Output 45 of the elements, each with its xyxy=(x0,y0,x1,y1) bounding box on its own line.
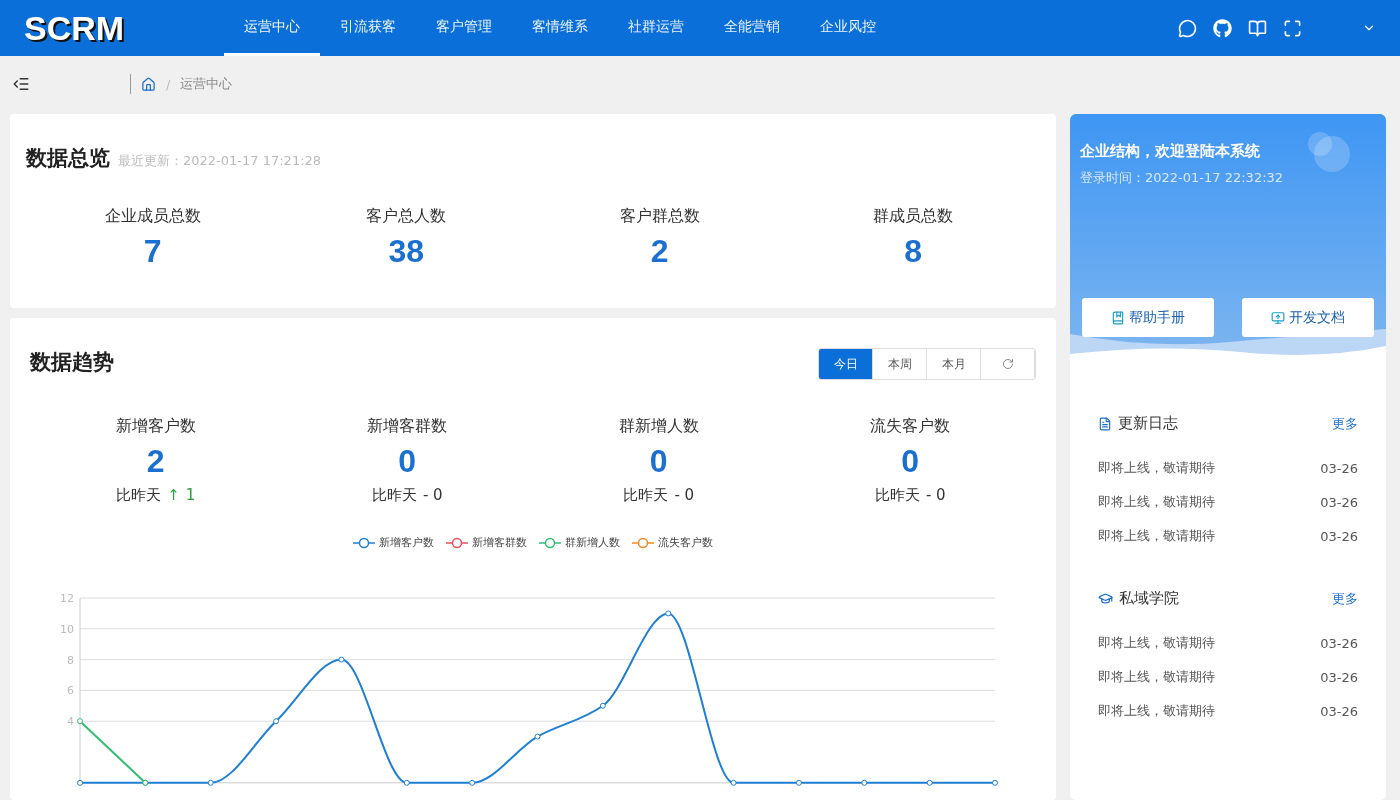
compare-label: 比昨天 xyxy=(874,486,920,505)
axis-label: 4 xyxy=(67,715,74,729)
axis-label: 12 xyxy=(60,592,74,605)
stat-label: 新增客群数 xyxy=(367,416,448,437)
panel-title: 更新日志 xyxy=(1118,414,1178,433)
stat-value: 8 xyxy=(904,233,923,270)
news-date: 03-26 xyxy=(1320,494,1358,510)
update-time: 最近更新：2022-01-17 17:21:28 xyxy=(118,152,322,170)
stat-label: 群成员总数 xyxy=(873,206,954,227)
compare-value: - 0 xyxy=(422,486,443,505)
news-date: 03-26 xyxy=(1320,669,1358,685)
compare-value: - 0 xyxy=(925,486,946,505)
axis-label: 6 xyxy=(67,684,74,698)
news-date: 03-26 xyxy=(1320,635,1358,651)
compare-label: 比昨天 xyxy=(623,486,669,505)
stat-label: 新增客户数 xyxy=(115,416,196,437)
stat-value: 2 xyxy=(146,443,165,480)
stat-label: 群新增人数 xyxy=(618,416,699,437)
stat-value: 0 xyxy=(398,443,417,480)
login-time: 登录时间：2022-01-17 22:32:32 xyxy=(1080,169,1285,187)
stat-value: 7 xyxy=(143,233,162,270)
stat-label: 客户群总数 xyxy=(619,206,700,227)
compare-label: 比昨天 xyxy=(116,486,162,505)
stat-value: 0 xyxy=(649,443,668,480)
stat-label: 客户总人数 xyxy=(366,206,447,227)
stat-label: 流失客户数 xyxy=(870,416,951,437)
compare-label: 比昨天 xyxy=(371,486,417,505)
stat-value: 0 xyxy=(901,443,920,480)
news-date: 03-26 xyxy=(1320,703,1358,719)
breadcrumb-item: 运营中心 xyxy=(180,75,233,93)
compare-value: - 0 xyxy=(674,486,695,505)
panel-title: 私域学院 xyxy=(1119,589,1179,608)
axis-label: 10 xyxy=(60,622,74,636)
axis-label: 8 xyxy=(67,653,74,667)
news-date: 03-26 xyxy=(1320,528,1358,544)
section-title: 数据趋势 xyxy=(30,349,114,376)
stat-value: 2 xyxy=(650,233,669,270)
compare-value: 1 xyxy=(185,486,196,505)
stat-label: 企业成员总数 xyxy=(104,206,201,227)
news-date: 03-26 xyxy=(1320,460,1358,476)
section-title: 数据总览 xyxy=(26,145,110,172)
welcome-title: 企业结构，欢迎登陆本系统 xyxy=(1080,142,1261,161)
up-arrow: ↑ xyxy=(167,486,180,505)
breadcrumb-separator: / xyxy=(166,76,171,92)
stat-value: 38 xyxy=(388,233,425,270)
